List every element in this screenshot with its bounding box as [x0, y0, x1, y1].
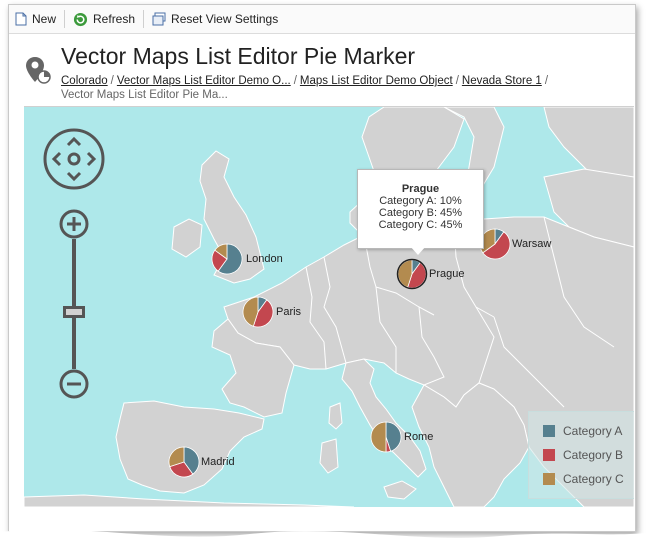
city-label: Rome	[404, 431, 434, 443]
refresh-button-label: Refresh	[93, 12, 136, 26]
pie-marker-london[interactable]	[210, 242, 244, 276]
breadcrumb: Colorado / Vector Maps List Editor Demo O.…	[61, 74, 621, 102]
legend-swatch	[543, 473, 555, 485]
city-label: Madrid	[201, 456, 235, 468]
toolbar-separator	[64, 10, 66, 28]
page-title: Vector Maps List Editor Pie Marker	[61, 43, 416, 69]
pie-marker-rome[interactable]	[369, 420, 403, 454]
refresh-button[interactable]: Refresh	[67, 8, 141, 30]
city-label: Paris	[276, 306, 302, 318]
breadcrumb-separator: /	[110, 75, 114, 87]
pan-control[interactable]	[43, 128, 105, 195]
window-frame: New Refresh Reset View Settings Vector M…	[8, 4, 636, 532]
legend-label: Category A	[563, 424, 623, 438]
minus-icon	[59, 369, 89, 399]
toolbar: New Refresh Reset View Settings	[9, 5, 635, 34]
pie-marker-madrid[interactable]	[167, 445, 201, 479]
tooltip-title: Prague	[401, 183, 440, 195]
legend-label: Category C	[563, 472, 624, 486]
pie-marker-paris[interactable]	[241, 295, 275, 329]
new-document-icon	[15, 12, 27, 26]
reset-view-icon	[152, 12, 166, 26]
breadcrumb-separator: /	[544, 75, 549, 87]
city-label: London	[246, 253, 283, 265]
slider-thumb-icon	[63, 306, 85, 318]
breadcrumb-link[interactable]: Vector Maps List Editor Demo O...	[117, 75, 291, 87]
tooltip-line: Category B: 45%	[378, 207, 463, 219]
legend-swatch	[543, 449, 555, 461]
reset-view-settings-button[interactable]: Reset View Settings	[146, 8, 284, 30]
breadcrumb-separator: /	[293, 75, 297, 87]
zoom-out-button[interactable]	[59, 369, 89, 404]
refresh-icon	[73, 12, 88, 26]
plus-icon	[59, 209, 89, 239]
breadcrumb-link[interactable]: Maps List Editor Demo Object	[300, 75, 453, 87]
legend-item: Category C	[543, 467, 634, 491]
reset-view-button-label: Reset View Settings	[171, 12, 279, 26]
toolbar-separator	[143, 10, 145, 28]
city-label: Warsaw	[512, 238, 552, 250]
pan-arrows-icon	[43, 128, 105, 190]
legend-item: Category A	[543, 419, 634, 443]
pie-marker-prague[interactable]	[396, 258, 428, 290]
map-marker-icon	[26, 57, 51, 84]
new-button-label: New	[32, 12, 57, 26]
tooltip-line: Category A: 10%	[379, 195, 462, 207]
torn-page-edge	[0, 529, 655, 551]
tooltip-pointer	[410, 246, 426, 255]
breadcrumb-current: Vector Maps List Editor Pie Ma...	[61, 89, 228, 101]
breadcrumb-separator: /	[455, 75, 459, 87]
breadcrumb-link[interactable]: Nevada Store 1	[462, 75, 542, 87]
vector-map[interactable]: London Paris Prague Warsaw Madrid Rome Prague…	[24, 106, 634, 507]
map-legend: Category A Category B Category C	[528, 411, 634, 499]
breadcrumb-link[interactable]: Colorado	[61, 75, 108, 87]
legend-label: Category B	[563, 448, 624, 462]
legend-swatch	[543, 425, 555, 437]
new-button[interactable]: New	[9, 8, 62, 30]
marker-tooltip: Prague Category A: 10% Category B: 45% C…	[357, 169, 484, 249]
zoom-track-icon	[72, 239, 76, 369]
pie-slice	[370, 421, 387, 453]
tooltip-line: Category C: 45%	[378, 219, 463, 231]
zoom-slider-handle[interactable]	[63, 305, 85, 323]
city-label: Prague	[429, 268, 465, 280]
legend-item: Category B	[543, 443, 634, 467]
